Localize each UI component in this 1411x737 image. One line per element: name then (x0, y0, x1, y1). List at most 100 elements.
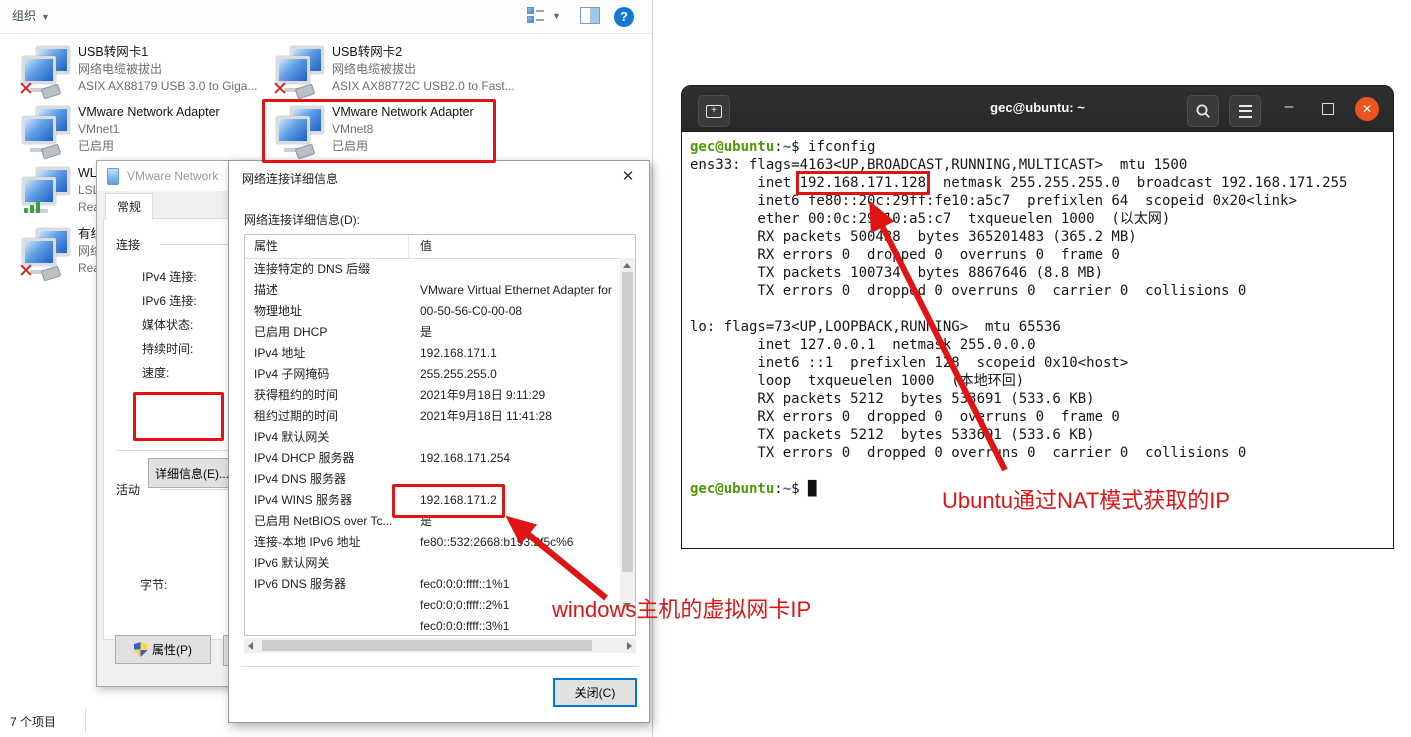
table-row: 获得租约的时间2021年9月18日 9:11:29 (245, 385, 635, 406)
preview-pane-icon[interactable] (580, 7, 600, 24)
terminal-text: : (774, 139, 782, 155)
adapter-status-line: 网络电缆被拔出 (78, 61, 246, 78)
terminal-text: ~ (783, 139, 791, 155)
adapter-item[interactable]: ✕ USB转网卡1网络电缆被拔出ASIX AX88179 USB 3.0 to G… (16, 44, 246, 102)
adapter-name: VMware Network Adapter (332, 104, 500, 121)
scroll-right-icon[interactable] (627, 642, 632, 650)
scroll-left-icon[interactable] (248, 642, 253, 650)
network-adapter-icon (16, 106, 74, 156)
table-row: IPv4 默认网关 (245, 427, 635, 448)
adapter-item[interactable]: VMware Network AdapterVMnet8已启用 (270, 104, 500, 162)
value-cell: 是 (409, 322, 432, 343)
value-cell: 192.168.171.2 (409, 490, 497, 511)
adapter-text: VMware Network AdapterVMnet1已启用 (78, 104, 246, 155)
table-row: 已启用 NetBIOS over Tc...是 (245, 511, 635, 532)
network-adapter-icon (270, 106, 328, 156)
vertical-scrollbar[interactable] (620, 258, 635, 613)
properties-label: 属性(P) (152, 641, 192, 658)
maximize-button[interactable] (1322, 103, 1334, 115)
table-row: 物理地址00-50-56-C0-00-08 (245, 301, 635, 322)
property-cell: IPv4 WINS 服务器 (245, 490, 409, 511)
table-row: IPv6 DNS 服务器fec0:0:0:ffff::1%1 (245, 574, 635, 595)
scrollbar-thumb[interactable] (622, 272, 633, 572)
table-row: 连接特定的 DNS 后缀 (245, 259, 635, 280)
terminal-line: RX packets 5212 bytes 533691 (533.6 KB) (690, 390, 1393, 408)
terminal-line: ens33: flags=4163<UP,BROADCAST,RUNNING,M… (690, 156, 1393, 174)
disconnected-x-icon: ✕ (272, 80, 288, 99)
terminal-text: loop txqueuelen 1000 (本地环回) (690, 373, 1024, 389)
organize-button[interactable]: 组织▼ (12, 7, 50, 24)
menu-button[interactable] (1229, 95, 1261, 127)
hamburger-icon (1239, 105, 1252, 118)
adapter-status-line: ASIX AX88772C USB2.0 to Fast... (332, 78, 500, 95)
property-cell: 获得租约的时间 (245, 385, 409, 406)
scroll-down-icon[interactable] (623, 603, 631, 608)
adapter-text: USB转网卡1网络电缆被拔出ASIX AX88179 USB 3.0 to Gi… (78, 44, 246, 95)
property-cell: 连接-本地 IPv6 地址 (245, 532, 409, 553)
terminal-text: netmask 255.255.255.0 broadcast 192.168.… (926, 175, 1347, 191)
adapter-item[interactable]: VMware Network AdapterVMnet1已启用 (16, 104, 246, 162)
close-button[interactable]: ✕ (1355, 97, 1379, 121)
value-cell: fec0:0:0:ffff::3%1 (409, 616, 509, 636)
terminal-line: inet 192.168.171.128 netmask 255.255.255… (690, 174, 1393, 192)
help-icon[interactable]: ? (614, 7, 634, 27)
explorer-toolbar: 组织▼ ▼ ? (0, 0, 652, 34)
terminal-line: ether 00:0c:29:10:a5:c7 txqueuelen 1000 … (690, 210, 1393, 228)
details-button[interactable]: 详细信息(E)... (148, 458, 236, 488)
scroll-up-icon[interactable] (623, 263, 631, 268)
terminal-line: inet6 fe80::20c:29ff:fe10:a5c7 prefixlen… (690, 192, 1393, 210)
terminal-text: ens33: flags=4163<UP,BROADCAST,RUNNING,M… (690, 157, 1187, 173)
header-property: 属性 (245, 235, 409, 258)
terminal-text: inet 127.0.0.1 netmask 255.0.0.0 (690, 337, 1036, 353)
value-cell: 255.255.255.0 (409, 364, 497, 385)
terminal-text: ~ (783, 481, 791, 497)
network-adapter-icon (107, 168, 119, 185)
ubuntu-terminal-window: + gec@ubuntu: ~ – ✕ gec@ubuntu:~$ ifconf… (681, 85, 1394, 549)
property-cell: 已启用 NetBIOS over Tc... (245, 511, 409, 532)
scrollbar-thumb[interactable] (262, 640, 592, 651)
view-options-caret-icon[interactable]: ▼ (552, 11, 561, 21)
view-row (527, 7, 545, 14)
value-cell: fe80::532:2668:b193:2f5c%6 (409, 532, 573, 553)
value-cell: VMware Virtual Ethernet Adapter for (409, 280, 612, 301)
table-row: IPv4 WINS 服务器192.168.171.2 (245, 490, 635, 511)
value-cell: 192.168.171.254 (409, 448, 510, 469)
minimize-button[interactable]: – (1279, 98, 1299, 116)
close-button[interactable]: 关闭(C) (553, 678, 637, 707)
network-adapter-icon (16, 167, 74, 217)
connection-section-label: 连接 (116, 236, 140, 253)
terminal-line: TX packets 100734 bytes 8867646 (8.8 MB) (690, 264, 1393, 282)
terminal-line (690, 462, 1393, 480)
rj45-plug-icon (41, 265, 62, 281)
rj45-plug-icon (41, 143, 62, 159)
value-cell (409, 553, 420, 574)
properties-button[interactable]: 属性(P) (115, 635, 211, 664)
value-cell: 2021年9月18日 11:41:28 (409, 406, 552, 427)
pane-half (590, 8, 599, 23)
tab-general[interactable]: 常规 (105, 193, 153, 220)
adapter-text: USB转网卡2网络电缆被拔出ASIX AX88772C USB2.0 to Fa… (332, 44, 500, 95)
value-cell: 2021年9月18日 9:11:29 (409, 385, 545, 406)
terminal-text: gec@ubuntu (690, 481, 774, 497)
disconnected-x-icon: ✕ (18, 80, 34, 99)
terminal-line: RX errors 0 dropped 0 overruns 0 frame 0 (690, 408, 1393, 426)
view-options-icon[interactable] (527, 7, 545, 27)
value-cell: 是 (409, 511, 432, 532)
terminal-text: inet (690, 175, 800, 191)
search-button[interactable] (1187, 95, 1219, 127)
terminal-text: RX errors 0 dropped 0 overruns 0 frame 0 (690, 247, 1120, 263)
disconnected-x-icon: ✕ (18, 262, 34, 281)
table-row: IPv6 默认网关 (245, 553, 635, 574)
table-row: IPv4 地址192.168.171.1 (245, 343, 635, 364)
terminal-line: inet 127.0.0.1 netmask 255.0.0.0 (690, 336, 1393, 354)
close-icon[interactable]: ✕ (617, 167, 639, 185)
terminal-text: inet6 fe80::20c:29ff:fe10:a5c7 prefixlen… (690, 193, 1297, 209)
terminal-content[interactable]: gec@ubuntu:~$ ifconfigens33: flags=4163<… (681, 132, 1394, 549)
adapter-item[interactable]: ✕ USB转网卡2网络电缆被拔出ASIX AX88772C USB2.0 to F… (270, 44, 500, 102)
header-value: 值 (409, 235, 432, 258)
rj45-plug-icon (295, 83, 316, 99)
horizontal-scrollbar[interactable] (244, 638, 636, 653)
status-bar-divider (85, 709, 86, 733)
connection-label: IPv6 连接: (142, 292, 197, 309)
table-row: fec0:0:0:ffff::2%1 (245, 595, 635, 616)
